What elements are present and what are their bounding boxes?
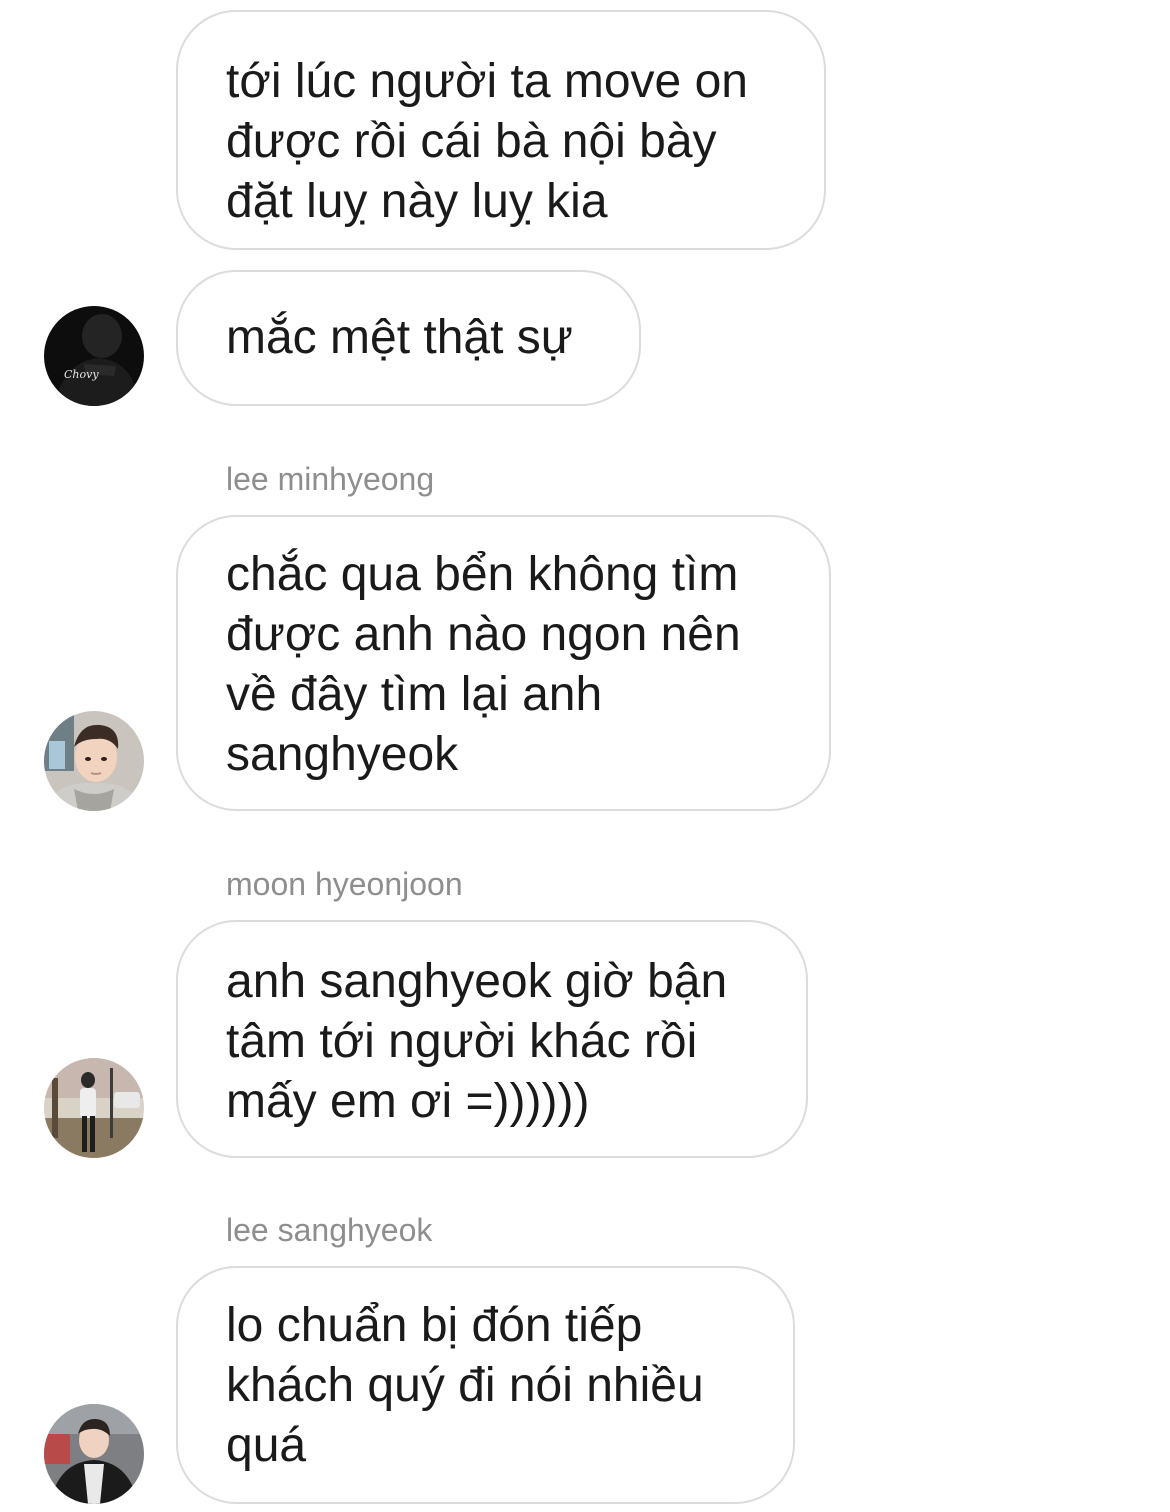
message-line: anh sanghyeok giờ bận [226,955,728,1008]
sender-name: lee minhyeong [226,461,435,497]
message-bubble[interactable]: lo chuẩn bị đón tiếp khách quý đi nói nh… [176,1266,795,1504]
message-line: được anh nào ngon nên [226,608,741,661]
sender-name: moon hyeonjoon [226,866,463,902]
avatar-puffer-jacket-icon[interactable] [44,1404,144,1504]
sender-name: lee sanghyeok [226,1212,433,1248]
avatar-face-selfie-image [44,711,144,811]
avatar-dark-hoodie-icon[interactable]: Chovy [44,306,144,406]
avatar-dark-hoodie-image: Chovy [44,306,144,406]
message-bubble[interactable]: chắc qua bển không tìm được anh nào ngon… [176,515,831,811]
message-line: tới lúc người ta move on [226,55,748,108]
message-line: khách quý đi nói nhiều [226,1359,704,1412]
avatar-caption: Chovy [64,368,99,381]
message-line: tâm tới người khác rồi [226,1015,698,1068]
message-line: quá [226,1419,307,1472]
message-bubble[interactable]: mắc mệt thật sự [176,270,641,406]
message-line: mắc mệt thật sự [226,311,573,364]
message-line: sanghyeok [226,728,459,781]
avatar-street-photo-icon[interactable] [44,1058,144,1158]
avatar-street-photo-image [44,1058,144,1158]
message-line: chắc qua bển không tìm [226,548,739,601]
message-line: lo chuẩn bị đón tiếp [226,1299,643,1352]
avatar-puffer-jacket-image [44,1404,144,1504]
message-line: mấy em ơi =)))))) [226,1075,590,1128]
message-bubble[interactable]: tới lúc người ta move on được rồi cái bà… [176,10,826,250]
message-line: về đây tìm lại anh [226,668,603,721]
message-line: đặt luỵ này luỵ kia [226,175,608,228]
message-bubble[interactable]: anh sanghyeok giờ bận tâm tới người khác… [176,920,808,1158]
avatar-face-selfie-icon[interactable] [44,711,144,811]
message-line: được rồi cái bà nội bày [226,115,717,168]
